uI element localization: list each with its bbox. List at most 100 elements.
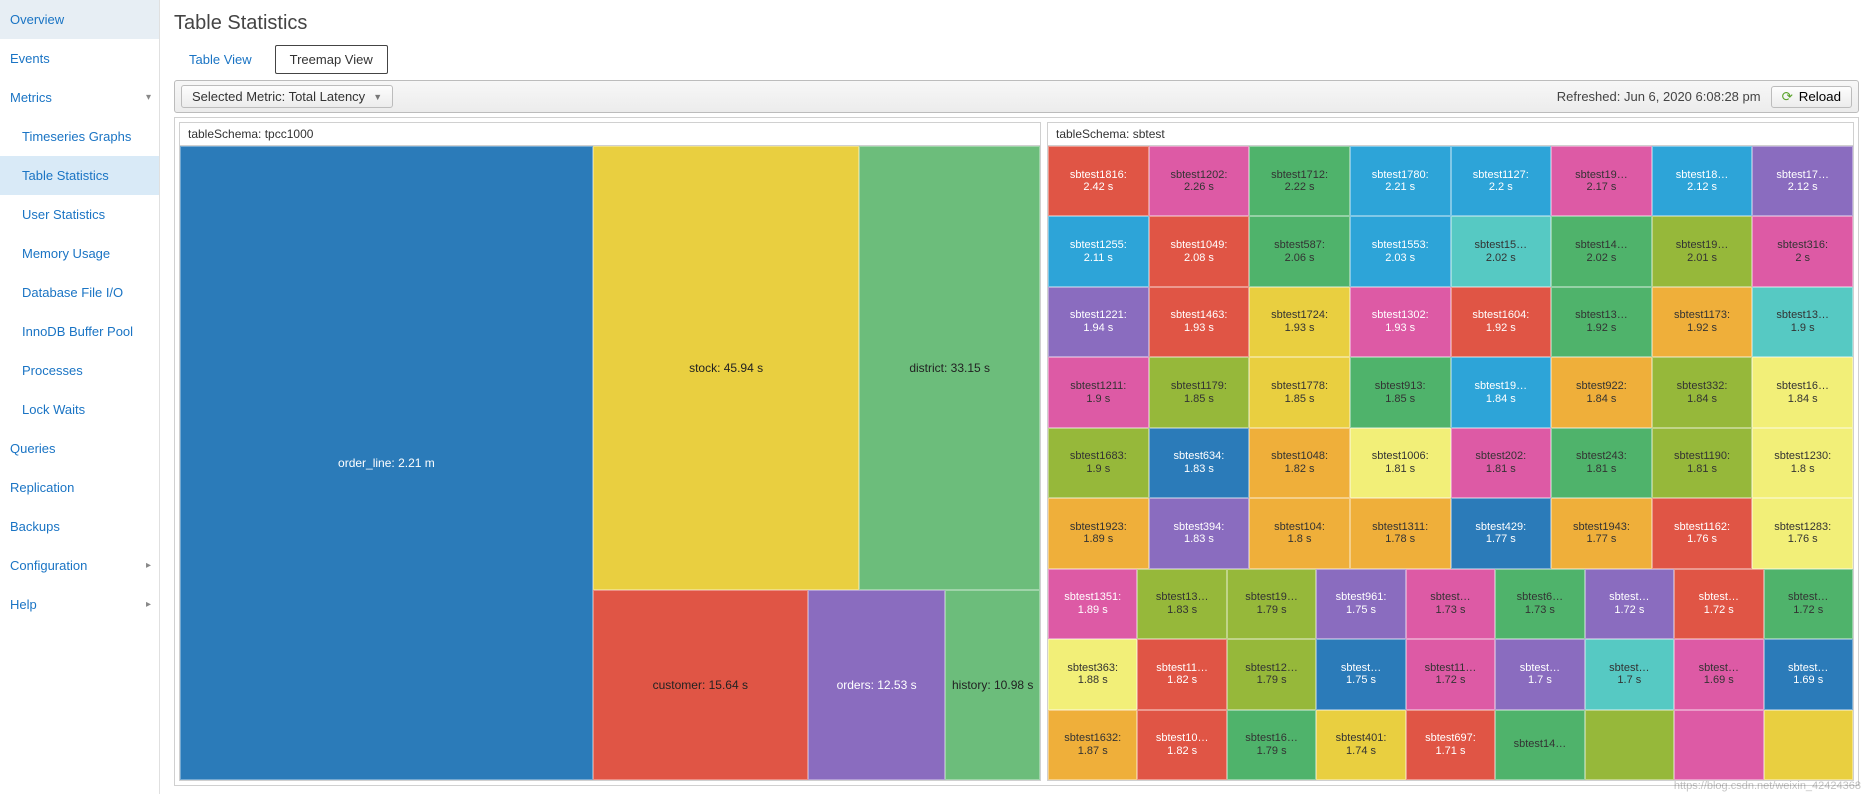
treemap-cell[interactable]: sbtest1780:2.21 s xyxy=(1350,146,1451,216)
treemap-cell[interactable]: sbtest1190:1.81 s xyxy=(1652,428,1753,498)
treemap-cell[interactable]: sbtest1048:1.82 s xyxy=(1249,428,1350,498)
treemap-cell[interactable]: sbtest1162:1.76 s xyxy=(1652,498,1753,568)
treemap-cell[interactable]: stock: 45.94 s xyxy=(593,146,860,590)
treemap-cell[interactable]: sbtest14…2.02 s xyxy=(1551,216,1652,286)
treemap-cell[interactable]: sbtest1221:1.94 s xyxy=(1048,287,1149,357)
treemap-cell[interactable]: sbtest17…2.12 s xyxy=(1752,146,1853,216)
treemap-cell[interactable]: sbtest401:1.74 s xyxy=(1316,710,1405,780)
treemap-cell[interactable]: sbtest1255:2.11 s xyxy=(1048,216,1149,286)
treemap-cell[interactable]: sbtest1553:2.03 s xyxy=(1350,216,1451,286)
treemap-cell[interactable]: sbtest1311:1.78 s xyxy=(1350,498,1451,568)
treemap-cell[interactable]: sbtest19…1.84 s xyxy=(1451,357,1552,427)
metric-select[interactable]: Selected Metric: Total Latency ▼ xyxy=(181,85,393,108)
treemap-cell[interactable]: sbtest1816:2.42 s xyxy=(1048,146,1149,216)
treemap-cell[interactable]: sbtest1923:1.89 s xyxy=(1048,498,1149,568)
sidebar-item-table-statistics[interactable]: Table Statistics xyxy=(0,156,159,195)
treemap-cell[interactable]: sbtest14… xyxy=(1495,710,1584,780)
treemap-cell[interactable]: sbtest1230:1.8 s xyxy=(1752,428,1853,498)
sidebar-item-queries[interactable]: Queries xyxy=(0,429,159,468)
treemap-cell[interactable] xyxy=(1764,710,1853,780)
treemap-cell[interactable]: sbtest12…1.79 s xyxy=(1227,639,1316,709)
treemap-cell[interactable]: sbtest316:2 s xyxy=(1752,216,1853,286)
treemap-cell[interactable]: sbtest1351:1.89 s xyxy=(1048,569,1137,639)
treemap-cell[interactable]: sbtest1683:1.9 s xyxy=(1048,428,1149,498)
treemap-cell[interactable]: sbtest1173:1.92 s xyxy=(1652,287,1753,357)
treemap-cell[interactable]: sbtest429:1.77 s xyxy=(1451,498,1552,568)
treemap-cell[interactable]: sbtest1463:1.93 s xyxy=(1149,287,1250,357)
treemap-cell[interactable]: orders: 12.53 s xyxy=(808,590,946,780)
treemap-cell[interactable]: sbtest16…1.84 s xyxy=(1752,357,1853,427)
treemap-cell[interactable]: sbtest13…1.83 s xyxy=(1137,569,1226,639)
treemap-cell[interactable]: sbtest243:1.81 s xyxy=(1551,428,1652,498)
sidebar-item-processes[interactable]: Processes xyxy=(0,351,159,390)
treemap-cell[interactable]: order_line: 2.21 m xyxy=(180,146,593,780)
treemap-cell[interactable]: sbtest13…1.9 s xyxy=(1752,287,1853,357)
treemap-cell[interactable]: sbtest1006:1.81 s xyxy=(1350,428,1451,498)
treemap-cell[interactable]: sbtest…1.72 s xyxy=(1585,569,1674,639)
treemap-cell[interactable]: sbtest104:1.8 s xyxy=(1249,498,1350,568)
treemap-cell[interactable]: sbtest913:1.85 s xyxy=(1350,357,1451,427)
treemap-cell[interactable]: sbtest16…1.79 s xyxy=(1227,710,1316,780)
treemap-cell[interactable]: sbtest11…1.82 s xyxy=(1137,639,1226,709)
treemap-cell[interactable]: sbtest587:2.06 s xyxy=(1249,216,1350,286)
treemap-cell[interactable]: sbtest18…2.12 s xyxy=(1652,146,1753,216)
treemap-cell[interactable]: sbtest…1.7 s xyxy=(1495,639,1584,709)
treemap-cell[interactable]: sbtest19…2.01 s xyxy=(1652,216,1753,286)
treemap-cell[interactable]: sbtest1943:1.77 s xyxy=(1551,498,1652,568)
treemap-cell[interactable]: sbtest1604:1.92 s xyxy=(1451,287,1552,357)
sidebar-item-memory-usage[interactable]: Memory Usage xyxy=(0,234,159,273)
treemap-cell[interactable]: sbtest13…1.92 s xyxy=(1551,287,1652,357)
sidebar-item-lock-waits[interactable]: Lock Waits xyxy=(0,390,159,429)
treemap-cell[interactable]: sbtest363:1.88 s xyxy=(1048,639,1137,709)
treemap-cell[interactable]: sbtest…1.72 s xyxy=(1764,569,1853,639)
sidebar-item-overview[interactable]: Overview xyxy=(0,0,159,39)
sidebar-item-configuration[interactable]: Configuration▸ xyxy=(0,546,159,585)
treemap-cell[interactable]: sbtest922:1.84 s xyxy=(1551,357,1652,427)
treemap-cell[interactable]: sbtest11…1.72 s xyxy=(1406,639,1495,709)
treemap-cell[interactable]: sbtest6…1.73 s xyxy=(1495,569,1584,639)
treemap-cell[interactable]: sbtest1049:2.08 s xyxy=(1149,216,1250,286)
treemap-cell[interactable]: sbtest202:1.81 s xyxy=(1451,428,1552,498)
treemap-cell[interactable]: sbtest15…2.02 s xyxy=(1451,216,1552,286)
sidebar-item-events[interactable]: Events xyxy=(0,39,159,78)
treemap-cell[interactable]: sbtest1724:1.93 s xyxy=(1249,287,1350,357)
treemap-cell[interactable]: sbtest332:1.84 s xyxy=(1652,357,1753,427)
treemap-cell[interactable]: sbtest1127:2.2 s xyxy=(1451,146,1552,216)
treemap-cell[interactable]: customer: 15.64 s xyxy=(593,590,808,780)
sidebar-item-metrics[interactable]: Metrics▾ xyxy=(0,78,159,117)
treemap-cell[interactable]: sbtest19…1.79 s xyxy=(1227,569,1316,639)
treemap-cell[interactable]: sbtest1283:1.76 s xyxy=(1752,498,1853,568)
treemap-cell[interactable]: sbtest1712:2.22 s xyxy=(1249,146,1350,216)
treemap-cell[interactable]: sbtest1211:1.9 s xyxy=(1048,357,1149,427)
treemap-cell[interactable] xyxy=(1585,710,1674,780)
sidebar-item-database-file-i-o[interactable]: Database File I/O xyxy=(0,273,159,312)
tab-treemap-view[interactable]: Treemap View xyxy=(275,45,388,74)
sidebar-item-replication[interactable]: Replication xyxy=(0,468,159,507)
sidebar-item-help[interactable]: Help▸ xyxy=(0,585,159,624)
treemap-cell[interactable]: sbtest19…2.17 s xyxy=(1551,146,1652,216)
treemap-cell[interactable]: sbtest961:1.75 s xyxy=(1316,569,1405,639)
treemap-cell[interactable]: history: 10.98 s xyxy=(945,590,1040,780)
treemap-cell[interactable]: sbtest394:1.83 s xyxy=(1149,498,1250,568)
reload-button[interactable]: ⟳ Reload xyxy=(1771,86,1852,108)
treemap-cell[interactable]: sbtest1179:1.85 s xyxy=(1149,357,1250,427)
treemap-cell[interactable]: sbtest…1.73 s xyxy=(1406,569,1495,639)
sidebar-item-user-statistics[interactable]: User Statistics xyxy=(0,195,159,234)
treemap-cell[interactable]: sbtest1202:2.26 s xyxy=(1149,146,1250,216)
treemap-cell[interactable]: district: 33.15 s xyxy=(859,146,1040,590)
sidebar-item-backups[interactable]: Backups xyxy=(0,507,159,546)
treemap-cell[interactable]: sbtest…1.72 s xyxy=(1674,569,1763,639)
treemap-cell[interactable] xyxy=(1674,710,1763,780)
tab-table-view[interactable]: Table View xyxy=(174,45,267,74)
treemap-cell[interactable]: sbtest634:1.83 s xyxy=(1149,428,1250,498)
treemap-cell[interactable]: sbtest1778:1.85 s xyxy=(1249,357,1350,427)
treemap-cell[interactable]: sbtest…1.69 s xyxy=(1764,639,1853,709)
treemap-cell[interactable]: sbtest1632:1.87 s xyxy=(1048,710,1137,780)
treemap-cell[interactable]: sbtest1302:1.93 s xyxy=(1350,287,1451,357)
treemap-cell[interactable]: sbtest…1.75 s xyxy=(1316,639,1405,709)
sidebar-item-timeseries-graphs[interactable]: Timeseries Graphs xyxy=(0,117,159,156)
treemap-cell[interactable]: sbtest…1.7 s xyxy=(1585,639,1674,709)
sidebar-item-innodb-buffer-pool[interactable]: InnoDB Buffer Pool xyxy=(0,312,159,351)
treemap-cell[interactable]: sbtest697:1.71 s xyxy=(1406,710,1495,780)
treemap-cell[interactable]: sbtest…1.69 s xyxy=(1674,639,1763,709)
